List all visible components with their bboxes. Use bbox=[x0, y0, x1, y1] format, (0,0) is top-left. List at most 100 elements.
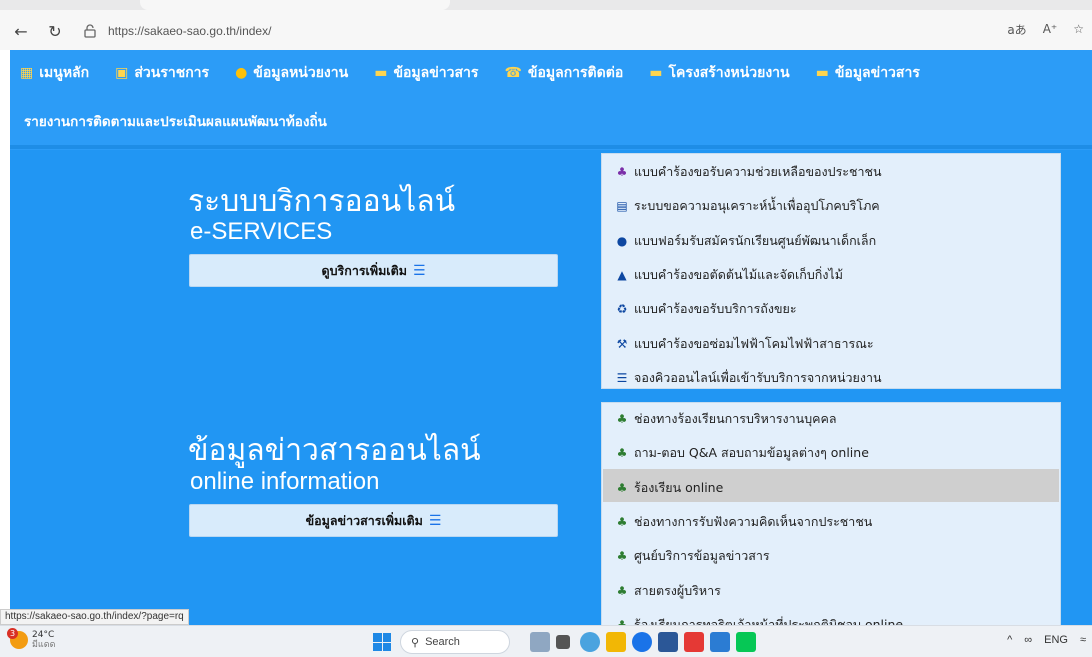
language-indicator[interactable]: ENG bbox=[1044, 634, 1068, 646]
active-tab[interactable] bbox=[140, 0, 450, 10]
back-icon[interactable]: ← bbox=[8, 18, 34, 44]
weather-text: 24°C มีแดด bbox=[32, 630, 55, 650]
eservices-link-label: แบบคำร้องขอซ่อมไฟฟ้าโคมไฟฟ้าสาธารณะ bbox=[634, 335, 874, 351]
url-text[interactable]: https://sakaeo-sao.go.th/index/ bbox=[108, 24, 271, 38]
read-aloud-icon[interactable]: A⁺ bbox=[1043, 22, 1058, 36]
nav-item-3[interactable]: ▬ ข้อมูลข่าวสาร bbox=[374, 62, 478, 84]
nav-item-label: เมนูหลัก bbox=[39, 65, 90, 81]
eservices-link[interactable]: ⚒ แบบคำร้องขอซ่อมไฟฟ้าโคมไฟฟ้าสาธารณะ bbox=[614, 334, 874, 354]
browser-toolbar: ← ↻ https://sakaeo-sao.go.th/index/ aあ A… bbox=[0, 0, 1092, 50]
nav-item-6[interactable]: ▬ ข้อมูลข่าวสาร bbox=[816, 62, 920, 84]
wifi-icon[interactable]: ≈ bbox=[1080, 634, 1086, 646]
taskbar: 3 24°C มีแดด ⚲ Search ^ ∞ ENG ≈ bbox=[0, 625, 1092, 657]
store-icon[interactable] bbox=[658, 632, 678, 652]
information-link[interactable]: ♣ ช่องทางการรับฟังความคิดเห็นจากประชาชน bbox=[614, 512, 873, 532]
chat-icon: ▬ bbox=[374, 65, 388, 81]
line-app-icon[interactable] bbox=[736, 632, 756, 652]
chevron-up-icon[interactable]: ^ bbox=[1007, 634, 1012, 646]
list-icon: ☰ bbox=[412, 262, 426, 279]
nav-item-label: ข้อมูลการติดต่อ bbox=[527, 65, 624, 81]
copilot-icon[interactable] bbox=[580, 632, 600, 652]
information-link[interactable]: ♣ ช่องทางร้องเรียนการบริหารงานบุคคล bbox=[614, 409, 837, 429]
nav-item-5[interactable]: ▬ โครงสร้างหน่วยงาน bbox=[649, 62, 789, 84]
search-icon: ⚲ bbox=[411, 636, 420, 649]
chat-icon: ▬ bbox=[815, 65, 829, 81]
folder-icon: ▬ bbox=[649, 65, 663, 81]
nav-item-1[interactable]: ▣ ส่วนราชการ bbox=[115, 62, 209, 84]
comment-icon: ● bbox=[616, 233, 628, 248]
eservices-link[interactable]: ☰ จองคิวออนไลน์เพื่อเข้ารับบริการจากหน่วย… bbox=[614, 368, 882, 388]
information-link-label: ช่องทางร้องเรียนการบริหารงานบุคคล bbox=[634, 411, 837, 426]
network-icon[interactable]: ∞ bbox=[1024, 634, 1032, 646]
information-link[interactable]: ♣ ศูนย์บริการข้อมูลข่าวสาร bbox=[614, 546, 770, 566]
top-navigation: ▦ เมนูหลัก ▣ ส่วนราชการ ● ข้อมูลหน่วยงาน ▬ ข้อม… bbox=[10, 50, 1092, 150]
eservices-subtitle: e-SERVICES bbox=[190, 218, 333, 245]
eservices-link-label: แบบฟอร์มรับสมัครนักเรียนศูนย์พัฒนาเด็กเล… bbox=[634, 232, 877, 248]
information-link-label: สายตรงผู้บริหาร bbox=[634, 582, 721, 598]
windows-start-icon[interactable] bbox=[373, 633, 391, 651]
information-link[interactable]: ♣ สายตรงผู้บริหาร bbox=[614, 581, 721, 601]
file-explorer-icon[interactable] bbox=[606, 632, 626, 652]
nav-item-4[interactable]: ☎ ข้อมูลการติดต่อ bbox=[504, 62, 623, 84]
taskbar-search[interactable]: ⚲ Search bbox=[400, 630, 510, 654]
weather-temp: 24°C bbox=[32, 630, 55, 640]
nav-item-0[interactable]: ▦ เมนูหลัก bbox=[20, 62, 89, 84]
information-link-label: ศูนย์บริการข้อมูลข่าวสาร bbox=[634, 548, 770, 564]
information-link-label: ถาม-ตอบ Q&A สอบถามข้อมูลต่างๆ online bbox=[634, 445, 869, 461]
users-icon: ♣ bbox=[616, 617, 628, 625]
sun-icon: 3 bbox=[7, 628, 28, 649]
users-icon: ♣ bbox=[616, 446, 628, 461]
system-tray: ^ ∞ ENG ≈ bbox=[1007, 634, 1086, 646]
list-icon: ☰ bbox=[616, 370, 628, 385]
users-icon: ♣ bbox=[616, 480, 628, 495]
youtube-icon[interactable] bbox=[684, 632, 704, 652]
search-label: Search bbox=[425, 636, 460, 648]
eservices-link[interactable]: ♣ แบบคำร้องขอรับความช่วยเหลือของประชาชน bbox=[614, 162, 882, 182]
translate-icon[interactable]: aあ bbox=[1007, 21, 1026, 38]
eservices-link[interactable]: ● แบบฟอร์มรับสมัครนักเรียนศูนย์พัฒนาเด็กเ… bbox=[614, 231, 876, 251]
nav-item-2[interactable]: ● ข้อมูลหน่วยงาน bbox=[235, 62, 348, 84]
information-subtitle: online information bbox=[190, 468, 380, 495]
wrench-icon: ⚒ bbox=[616, 336, 628, 351]
address-bar-row: ← ↻ https://sakaeo-sao.go.th/index/ bbox=[0, 14, 1092, 48]
more-information-label: ข้อมูลข่าวสารเพิ่มเติม bbox=[305, 512, 423, 528]
information-link[interactable]: ♣ ร้องเรียน online bbox=[614, 478, 724, 498]
more-services-button[interactable]: ดูบริการเพิ่มเติม ☰ bbox=[189, 254, 558, 287]
information-link-label: ร้องเรียน online bbox=[634, 479, 724, 495]
id-card-icon: ▤ bbox=[616, 199, 628, 214]
grid-icon: ▦ bbox=[20, 65, 34, 81]
nav-item-label: ส่วนราชการ bbox=[134, 65, 210, 81]
eservices-link-label: ระบบขอความอนุเคราะห์น้ำเพื่ออุปโภคบริโภค bbox=[634, 198, 880, 214]
information-link-label: ร้องเรียนการทุจริตเจ้าหน้าที่ประพฤติมิชอ… bbox=[634, 616, 904, 625]
browser-actions: aあ A⁺ ☆ bbox=[1007, 14, 1092, 44]
eservices-link[interactable]: ▲ แบบคำร้องขอตัดต้นไม้และจัดเก็บกิ่งไม้ bbox=[614, 265, 843, 285]
information-title: ข้อมูลข่าวสารออนไลน์ bbox=[188, 434, 481, 467]
info-icon: ● bbox=[235, 65, 248, 81]
users-icon: ♣ bbox=[616, 165, 628, 179]
calendar-icon: ▣ bbox=[115, 65, 129, 81]
favorite-star-icon[interactable]: ☆ bbox=[1073, 22, 1084, 36]
eservices-link[interactable]: ♻ แบบคำร้องขอรับบริการถังขยะ bbox=[614, 299, 797, 319]
weather-widget[interactable]: 3 24°C มีแดด bbox=[7, 628, 55, 650]
site-info-icon[interactable] bbox=[82, 23, 98, 39]
eservices-link[interactable]: ▤ ระบบขอความอนุเคราะห์น้ำเพื่ออุปโภคบริโภ… bbox=[614, 196, 880, 216]
nav-item-evaluation-report[interactable]: รายงานการติดตามและประเมินผลแผนพัฒนาท้องถ… bbox=[24, 110, 327, 132]
nav-item-label: ข้อมูลข่าวสาร bbox=[393, 65, 479, 81]
more-information-button[interactable]: ข้อมูลข่าวสารเพิ่มเติม ☰ bbox=[189, 504, 558, 537]
information-link[interactable]: ♣ ร้องเรียนการทุจริตเจ้าหน้าที่ประพฤติมิช… bbox=[614, 615, 903, 625]
notification-badge: 3 bbox=[7, 628, 18, 639]
widget-app-icon[interactable] bbox=[530, 632, 550, 652]
recycle-icon: ♻ bbox=[616, 302, 628, 317]
eservices-link-label: จองคิวออนไลน์เพื่อเข้ารับบริการจากหน่วยง… bbox=[634, 369, 882, 385]
task-view-icon[interactable] bbox=[556, 635, 570, 649]
nav-item-label: ข้อมูลหน่วยงาน bbox=[253, 65, 349, 81]
word-icon[interactable] bbox=[710, 632, 730, 652]
tree-icon: ▲ bbox=[617, 267, 627, 282]
reload-icon[interactable]: ↻ bbox=[42, 18, 68, 44]
status-url-tooltip: https://sakaeo-sao.go.th/index/?page=rq bbox=[0, 609, 189, 625]
address-bar[interactable]: https://sakaeo-sao.go.th/index/ bbox=[82, 17, 962, 45]
information-link[interactable]: ♣ ถาม-ตอบ Q&A สอบถามข้อมูลต่างๆ online bbox=[614, 443, 869, 463]
edge-browser-icon[interactable] bbox=[632, 632, 652, 652]
site-body: ▦ เมนูหลัก ▣ ส่วนราชการ ● ข้อมูลหน่วยงาน ▬ ข้อม… bbox=[10, 50, 1092, 625]
list-icon: ☰ bbox=[428, 512, 442, 529]
